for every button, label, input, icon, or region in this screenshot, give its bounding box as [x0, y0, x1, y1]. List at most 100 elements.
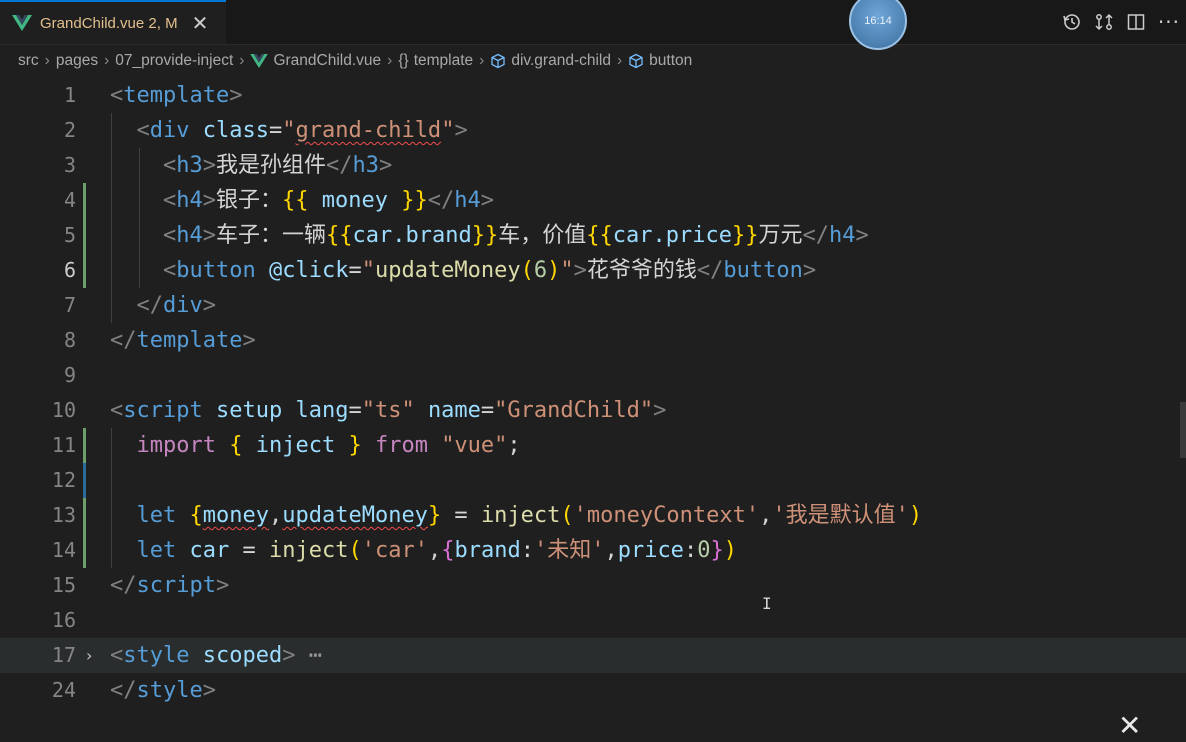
- code-token: ): [547, 258, 561, 283]
- code-line[interactable]: 13 let {money,updateMoney} = inject('mon…: [0, 498, 1186, 533]
- code-token: script: [123, 398, 203, 423]
- code-token: money: [202, 503, 269, 528]
- code-line[interactable]: 24 </style>: [0, 673, 1186, 708]
- code-token: }: [710, 538, 724, 563]
- code-line[interactable]: 16: [0, 603, 1186, 638]
- code-token: 'moneyContext': [573, 503, 760, 528]
- code-line[interactable]: 11 import { inject } from "vue";: [0, 428, 1186, 463]
- split-editor-icon[interactable]: [1126, 12, 1146, 32]
- line-number: 11: [51, 433, 76, 457]
- code-token: >: [202, 153, 216, 178]
- code-token: scoped: [202, 643, 283, 668]
- code-token: <: [110, 643, 124, 668]
- code-token: >: [379, 153, 393, 178]
- code-token: </: [136, 293, 164, 318]
- code-token: setup: [215, 398, 283, 423]
- code-line[interactable]: 8 </template>: [0, 323, 1186, 358]
- code-token: >: [855, 223, 869, 248]
- code-token: =: [480, 398, 495, 423]
- code-token: 车，价值: [498, 223, 587, 248]
- scrollbar-thumb[interactable]: [1180, 402, 1186, 458]
- code-line[interactable]: 3 <h3>我是孙组件</h3>: [0, 148, 1186, 183]
- code-token: (: [520, 258, 534, 283]
- code-token: <: [162, 223, 177, 248]
- code-line[interactable]: 6 <button @click="updateMoney(6)">花爷爷的钱<…: [0, 253, 1186, 288]
- avatar: 16:14: [849, 0, 907, 50]
- code-line[interactable]: 7 </div>: [0, 288, 1186, 323]
- code-text: <h3>我是孙组件</h3>: [110, 148, 392, 183]
- code-token: ": [282, 118, 296, 143]
- code-token: style: [136, 678, 203, 703]
- code-token: >: [454, 118, 468, 143]
- breadcrumb-div-label: div.grand-child: [511, 52, 611, 69]
- code-token: ⋯: [295, 643, 322, 668]
- breadcrumb-file[interactable]: GrandChild.vue: [250, 52, 381, 70]
- breadcrumb-pages[interactable]: pages: [56, 52, 98, 70]
- code-token: div: [163, 293, 203, 318]
- code-token: h4: [454, 188, 481, 213]
- cube-icon: [629, 53, 643, 69]
- chevron-right-icon: ›: [479, 52, 485, 69]
- close-icon[interactable]: ✕: [1118, 712, 1141, 740]
- breadcrumb-template[interactable]: {} template: [398, 52, 473, 70]
- code-token: {: [189, 503, 203, 528]
- code-token: div: [149, 118, 190, 143]
- more-actions-icon[interactable]: ···: [1158, 10, 1180, 34]
- code-token: 花爷爷的钱: [586, 258, 697, 283]
- code-token: inject: [269, 538, 349, 563]
- line-number: 1: [63, 83, 76, 107]
- code-token: updateMoney: [374, 258, 521, 283]
- code-line[interactable]: 17 <style scoped> ⋯: [0, 638, 1186, 673]
- breadcrumb-button[interactable]: button: [628, 52, 692, 70]
- code-line[interactable]: 15 </script>: [0, 568, 1186, 603]
- breadcrumb-div[interactable]: div.grand-child: [490, 52, 611, 70]
- code-token: 万元: [758, 223, 803, 248]
- compare-changes-icon[interactable]: [1094, 12, 1114, 32]
- code-token: >: [480, 188, 494, 213]
- code-text: <button @click="updateMoney(6)">花爷爷的钱</b…: [110, 253, 816, 288]
- code-token: }}: [471, 223, 499, 248]
- code-token: 银子：: [215, 188, 282, 213]
- indent-guide: [139, 148, 140, 288]
- code-line[interactable]: 12: [0, 463, 1186, 498]
- code-line[interactable]: 2 <div class="grand-child">: [0, 113, 1186, 148]
- git-change-bar: [83, 498, 86, 568]
- code-token: <: [136, 118, 150, 143]
- code-line[interactable]: 10 <script setup lang="ts" name="GrandChi…: [0, 393, 1186, 428]
- code-line[interactable]: 5 <h4>车子：一辆{{car.brand}}车，价值{{car.price}…: [0, 218, 1186, 253]
- tab-grandchild-vue[interactable]: GrandChild.vue 2, M ✕: [0, 0, 226, 44]
- code-text: import { inject } from "vue";: [110, 428, 521, 463]
- code-token: h3: [176, 153, 203, 178]
- code-token: lang: [295, 398, 349, 423]
- code-token: =: [268, 118, 283, 143]
- code-token: <: [162, 258, 177, 283]
- code-line[interactable]: 4 <h4>银子：{{ money }}</h4>: [0, 183, 1186, 218]
- breadcrumb-src[interactable]: src: [18, 52, 39, 70]
- code-token: class: [202, 118, 269, 143]
- code-line[interactable]: 9: [0, 358, 1186, 393]
- braces-icon: {}: [398, 52, 409, 69]
- tab-close-icon[interactable]: ✕: [192, 13, 209, 33]
- line-number: 15: [51, 573, 76, 597]
- code-line[interactable]: 1 <template>: [0, 78, 1186, 113]
- history-icon[interactable]: [1062, 12, 1082, 32]
- code-token: =: [229, 538, 269, 563]
- code-token: car: [189, 538, 230, 563]
- code-token: }}: [731, 223, 759, 248]
- code-token: </: [110, 328, 137, 353]
- code-text: <style scoped> ⋯: [110, 638, 322, 673]
- git-change-bar: [83, 183, 86, 288]
- code-token: (: [560, 503, 574, 528]
- code-token: ,: [268, 503, 283, 528]
- code-line[interactable]: 14 let car = inject('car',{brand:'未知',pr…: [0, 533, 1186, 568]
- code-editor[interactable]: 1 <template> 2 <div class="grand-child"> 3 …: [0, 78, 1186, 729]
- fold-chevron-icon[interactable]: ›: [86, 638, 92, 673]
- breadcrumb-folder[interactable]: 07_provide-inject: [115, 52, 233, 70]
